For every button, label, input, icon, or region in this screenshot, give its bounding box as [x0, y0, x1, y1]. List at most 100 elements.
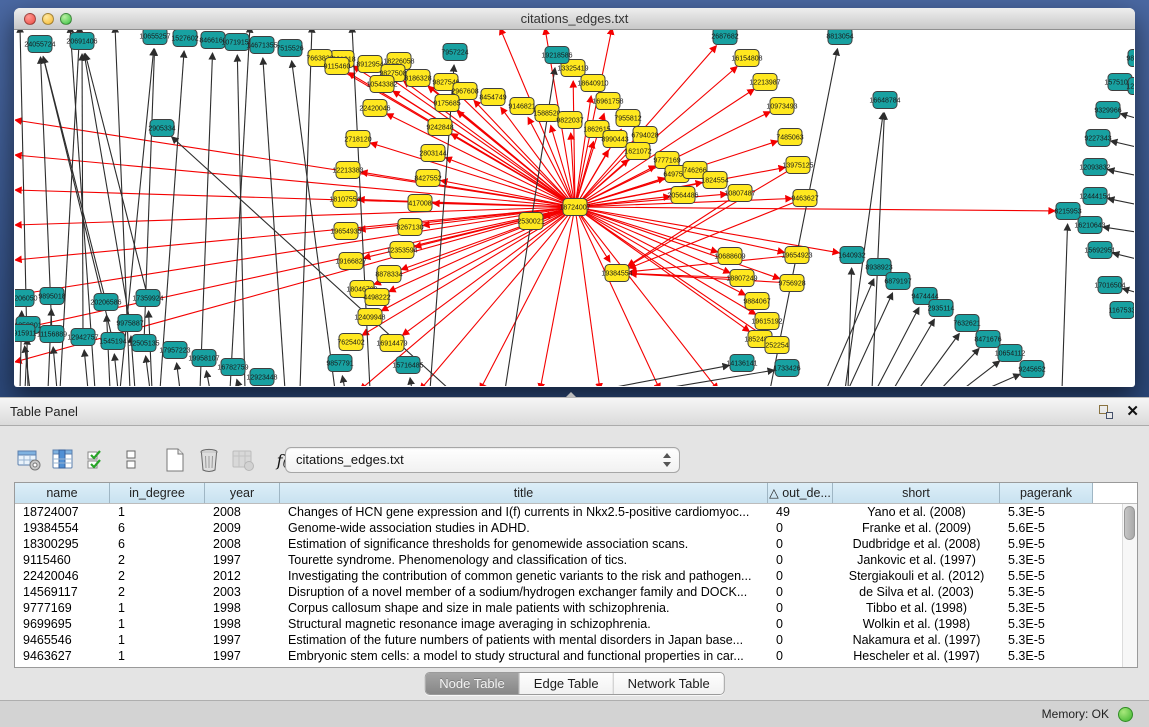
- graph-node[interactable]: 8471676: [974, 331, 1001, 348]
- graph-node[interactable]: 8813054: [826, 30, 853, 45]
- graph-node[interactable]: 8990443: [601, 131, 628, 148]
- graph-node[interactable]: 12409948: [354, 309, 385, 326]
- column-header-year[interactable]: year: [205, 483, 280, 503]
- graph-node[interactable]: 16648784: [869, 92, 900, 109]
- graph-node[interactable]: 7955812: [614, 110, 641, 127]
- float-window-icon[interactable]: [1099, 405, 1113, 419]
- graph-node[interactable]: 9329966: [1094, 102, 1121, 119]
- graph-node[interactable]: 15716485: [392, 357, 423, 374]
- table-row[interactable]: 946554611997Estimation of the future num…: [15, 632, 1122, 648]
- graph-node[interactable]: 13975125: [782, 157, 813, 174]
- graph-node[interactable]: 12505135: [128, 335, 159, 352]
- graph-node[interactable]: 12923448: [246, 369, 277, 386]
- column-header-short[interactable]: short: [833, 483, 1000, 503]
- graph-node[interactable]: 1824554: [701, 172, 728, 189]
- graph-node[interactable]: 19166827: [335, 253, 366, 270]
- table-row[interactable]: 1456911722003Disruption of a novel membe…: [15, 584, 1122, 600]
- graph-node[interactable]: 11156889: [37, 326, 67, 343]
- graph-node[interactable]: 2687682: [711, 30, 738, 45]
- graph-node[interactable]: 9857791: [326, 355, 353, 372]
- graph-node[interactable]: 17359924: [132, 290, 163, 307]
- graph-node[interactable]: 14136141: [726, 355, 757, 372]
- show-columns-icon[interactable]: [48, 446, 78, 474]
- graph-node[interactable]: 12213383: [332, 162, 363, 179]
- graph-node[interactable]: 12213987: [749, 74, 780, 91]
- graph-node[interactable]: 2718120: [344, 131, 371, 148]
- network-window-titlebar[interactable]: citations_edges.txt: [14, 8, 1135, 30]
- graph-node[interactable]: 8427552: [414, 170, 441, 187]
- graph-node[interactable]: 9242848: [426, 119, 453, 136]
- graph-node[interactable]: 10688609: [714, 248, 745, 265]
- graph-node[interactable]: 9859557: [1126, 50, 1134, 67]
- network-svg[interactable]: 1872400725300218601218891295418226058982…: [15, 30, 1134, 386]
- table-vertical-scrollbar[interactable]: [1122, 504, 1137, 667]
- graph-node[interactable]: 20206586: [90, 294, 121, 311]
- table-source-selector[interactable]: citations_edges.txt: [285, 447, 680, 473]
- graph-node[interactable]: 19615192: [751, 313, 782, 330]
- scrollbar-thumb[interactable]: [1124, 506, 1135, 540]
- row-height-icon[interactable]: [116, 446, 146, 474]
- graph-node[interactable]: 2935114: [928, 300, 955, 317]
- graph-node[interactable]: 9975887: [116, 315, 143, 332]
- tab-network-table[interactable]: Network Table: [614, 673, 724, 694]
- graph-node[interactable]: 10807487: [724, 185, 755, 202]
- table-row[interactable]: 2242004622012Investigating the contribut…: [15, 568, 1122, 584]
- tab-node-table[interactable]: Node Table: [425, 673, 520, 694]
- graph-node[interactable]: 16154808: [731, 50, 762, 67]
- graph-node[interactable]: 3915911: [15, 325, 36, 342]
- table-row[interactable]: 1872400712008Changes of HCN gene express…: [15, 504, 1122, 520]
- graph-node[interactable]: 9463627: [791, 190, 818, 207]
- graph-node[interactable]: 8215953: [1054, 203, 1081, 220]
- graph-node[interactable]: 6794028: [631, 127, 658, 144]
- graph-node[interactable]: 9115460: [324, 58, 351, 75]
- graph-node[interactable]: 18640910: [577, 75, 608, 92]
- graph-node[interactable]: 12093832: [1079, 159, 1110, 176]
- graph-node[interactable]: 7625402: [337, 334, 364, 351]
- column-header-in_degree[interactable]: in_degree: [110, 483, 205, 503]
- graph-node[interactable]: 17957223: [159, 342, 190, 359]
- graph-node[interactable]: 19218586: [541, 47, 572, 64]
- graph-node[interactable]: 10543382: [366, 76, 397, 93]
- graph-node[interactable]: 16210643: [1074, 217, 1105, 234]
- graph-node[interactable]: 10973493: [766, 98, 797, 115]
- graph-node[interactable]: 1167533: [1109, 302, 1134, 319]
- graph-node[interactable]: 18107554: [329, 191, 360, 208]
- graph-node[interactable]: 16782759: [217, 359, 248, 376]
- table-row[interactable]: 969969511998Structural magnetic resonanc…: [15, 616, 1122, 632]
- graph-node[interactable]: 18724007: [559, 199, 590, 216]
- graph-node[interactable]: 12353594: [386, 242, 417, 259]
- table-row[interactable]: 1830029562008Estimation of significance …: [15, 536, 1122, 552]
- graph-node[interactable]: 9245652: [1018, 361, 1045, 378]
- split-pane-handle[interactable]: [566, 392, 576, 397]
- graph-node[interactable]: 7632621: [953, 315, 980, 332]
- graph-node[interactable]: 20564486: [667, 187, 698, 204]
- graph-node[interactable]: 7957224: [441, 44, 468, 61]
- table-row[interactable]: 977716911998Corpus callosum shape and si…: [15, 600, 1122, 616]
- graph-node[interactable]: 19654935: [330, 223, 361, 240]
- graph-node[interactable]: 1527602: [171, 30, 198, 47]
- graph-node[interactable]: 19654923: [781, 247, 812, 264]
- graph-node[interactable]: 9146821: [508, 98, 535, 115]
- graph-node[interactable]: 12942757: [67, 329, 98, 346]
- graph-node[interactable]: 2905334: [148, 120, 175, 137]
- graph-node[interactable]: 10655257: [139, 30, 170, 45]
- graph-node[interactable]: 9227343: [1084, 130, 1111, 147]
- close-panel-icon[interactable]: ✕: [1126, 402, 1139, 420]
- graph-node[interactable]: 7515526: [276, 40, 303, 57]
- graph-node[interactable]: 22420046: [359, 100, 390, 117]
- table-row[interactable]: 911546021997Tourette syndrome. Phenomeno…: [15, 552, 1122, 568]
- graph-node[interactable]: 18807249: [726, 270, 757, 287]
- graph-node[interactable]: 10654112: [995, 345, 1026, 362]
- graph-node[interactable]: 19958107: [188, 350, 219, 367]
- graph-node[interactable]: 15692951: [1084, 242, 1115, 259]
- column-header-out_de[interactable]: △ out_de...: [768, 483, 833, 503]
- create-table-icon[interactable]: [160, 446, 190, 474]
- table-settings-icon[interactable]: [14, 446, 44, 474]
- graph-node[interactable]: 1621072: [624, 143, 651, 160]
- graph-node[interactable]: 9884067: [743, 293, 770, 310]
- import-table-icon-disabled[interactable]: [228, 446, 258, 474]
- select-all-rows-icon[interactable]: [82, 446, 112, 474]
- graph-node[interactable]: 12444154: [1079, 188, 1110, 205]
- graph-node[interactable]: 252254: [765, 337, 789, 354]
- graph-node[interactable]: 9175685: [433, 95, 460, 112]
